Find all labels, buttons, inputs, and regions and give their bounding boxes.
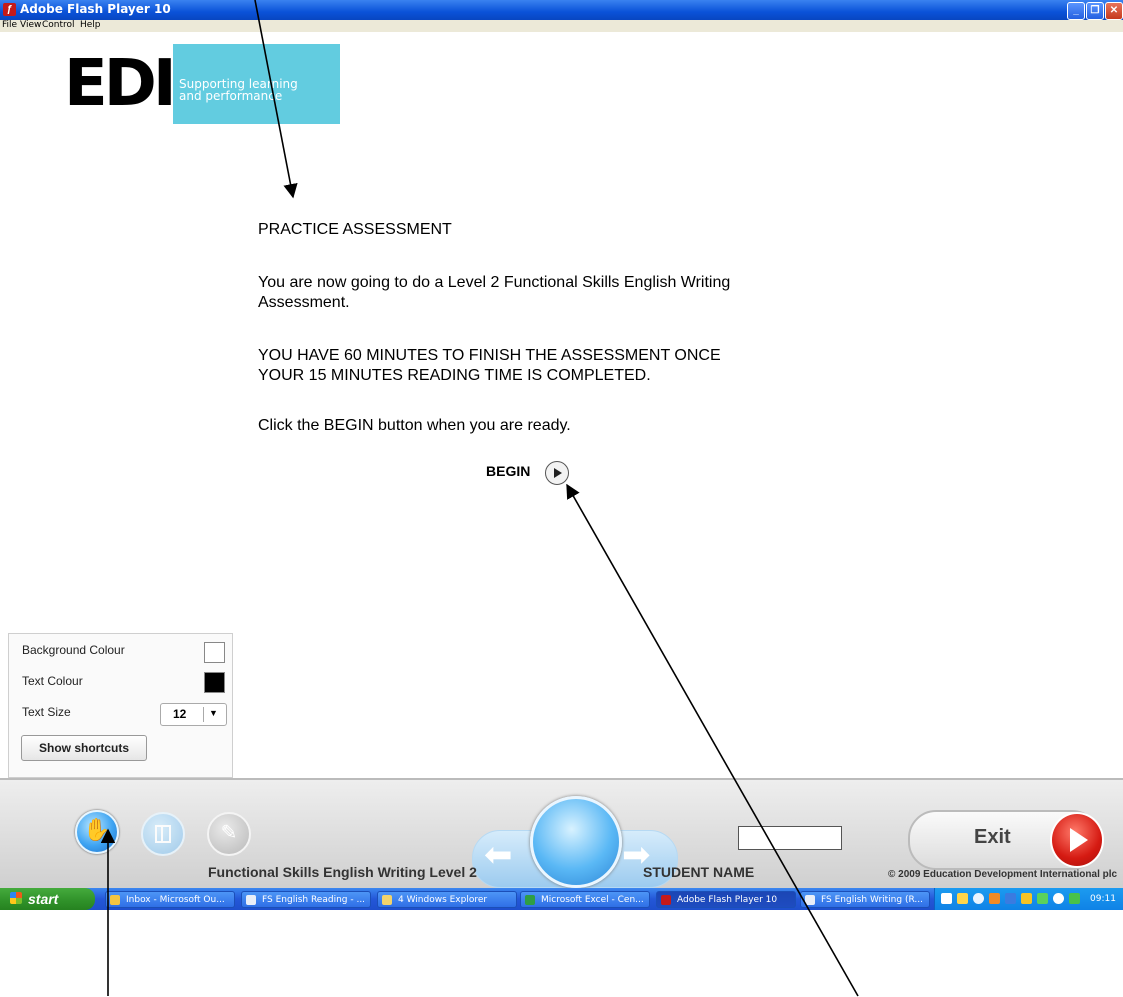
layout-icon[interactable] <box>141 812 185 856</box>
warning-text-line1: YOU HAVE 60 MINUTES TO FINISH THE ASSESS… <box>258 347 721 364</box>
background-colour-picker[interactable] <box>204 642 225 663</box>
logo-tagline-box: Supporting learning and performance <box>173 44 340 124</box>
menu-help[interactable]: Help <box>80 20 101 30</box>
student-name-label: STUDENT NAME <box>643 864 755 880</box>
course-title: Functional Skills English Writing Level … <box>208 864 477 880</box>
text-colour-label: Text Colour <box>22 674 83 688</box>
close-button[interactable]: ✕ <box>1105 2 1123 20</box>
window-title-bar[interactable]: ƒ Adobe Flash Player 10 _ ❐ ✕ <box>0 0 1123 20</box>
chevron-left-icon[interactable] <box>973 893 984 904</box>
taskbar-item-excel[interactable]: Microsoft Excel - Cen... <box>520 891 650 908</box>
window-title: Adobe Flash Player 10 <box>20 2 171 16</box>
windows-logo-icon <box>10 892 22 904</box>
play-icon[interactable] <box>545 461 569 485</box>
system-tray: 09:11 <box>934 888 1123 910</box>
instruction-text: Click the BEGIN button when you are read… <box>258 417 571 434</box>
pencil-icon[interactable]: ✎ <box>207 812 251 856</box>
outlook-icon <box>110 895 120 905</box>
text-size-value: 12 <box>173 707 187 721</box>
volume-icon[interactable] <box>1005 893 1016 904</box>
exit-button[interactable]: Exit <box>908 810 1104 870</box>
network-icon[interactable] <box>957 893 968 904</box>
taskbar-item-word-reading[interactable]: FS English Reading - ... <box>241 891 371 908</box>
update-icon[interactable] <box>1037 893 1048 904</box>
accessibility-settings-panel: Background Colour Text Colour Text Size … <box>8 633 233 778</box>
taskbar-item-flash-player[interactable]: Adobe Flash Player 10 <box>656 891 796 908</box>
shield-icon[interactable] <box>1021 893 1032 904</box>
background-colour-label: Background Colour <box>22 643 125 657</box>
messenger-icon[interactable] <box>1053 893 1064 904</box>
hand-icon[interactable]: ✋ <box>75 810 119 854</box>
help-icon[interactable] <box>941 893 952 904</box>
intro-text-line1: You are now going to do a Level 2 Functi… <box>258 274 731 291</box>
text-size-label: Text Size <box>22 705 71 719</box>
assessment-toolbar: ✋ ✎ ⬅ ➡ Functional Skills English Writin… <box>0 778 1123 890</box>
security-icon[interactable] <box>989 893 1000 904</box>
taskbar-item-outlook[interactable]: Inbox - Microsoft Ou... <box>105 891 235 908</box>
edi-logo: EDI Supporting learning and performance <box>64 44 340 124</box>
exit-label: Exit <box>974 826 1011 848</box>
begin-label[interactable]: BEGIN <box>486 463 530 479</box>
word-document-icon <box>805 895 815 905</box>
text-size-select[interactable]: 12 ▼ <box>160 703 227 726</box>
select-divider <box>203 707 204 722</box>
arrow-to-begin <box>566 483 859 997</box>
intro-text-line2: Assessment. <box>258 294 350 311</box>
exit-arrow-icon <box>1050 812 1104 868</box>
word-document-icon <box>246 895 256 905</box>
taskbar-item-explorer[interactable]: 4 Windows Explorer <box>377 891 517 908</box>
folder-icon <box>382 895 392 905</box>
flash-player-icon: ƒ <box>3 3 16 16</box>
text-colour-picker[interactable] <box>204 672 225 693</box>
back-arrow-icon[interactable]: ⬅ <box>484 838 513 872</box>
copyright-text: © 2009 Education Development Internation… <box>888 869 1118 880</box>
taskbar-item-word-writing[interactable]: FS English Writing (R... <box>800 891 930 908</box>
menu-bar: File View Control Help <box>0 20 1123 32</box>
menu-view[interactable]: View <box>20 20 41 30</box>
student-name-input[interactable] <box>738 826 842 850</box>
flash-player-icon <box>661 895 671 905</box>
logo-tagline: Supporting learning and performance <box>179 77 298 103</box>
start-label: start <box>28 891 59 907</box>
show-shortcuts-button[interactable]: Show shortcuts <box>21 735 147 761</box>
windows-taskbar: start Inbox - Microsoft Ou... FS English… <box>0 888 1123 910</box>
restore-button[interactable]: ❐ <box>1086 2 1104 20</box>
excel-icon <box>525 895 535 905</box>
menu-control[interactable]: Control <box>42 20 75 30</box>
display-icon[interactable] <box>1069 893 1080 904</box>
page-heading: PRACTICE ASSESSMENT <box>258 221 452 238</box>
clock: 09:11 <box>1090 894 1116 904</box>
start-button[interactable]: start <box>0 888 95 910</box>
chevron-down-icon: ▼ <box>209 708 218 718</box>
warning-text-line2: YOUR 15 MINUTES READING TIME IS COMPLETE… <box>258 367 651 384</box>
minimize-button[interactable]: _ <box>1067 2 1085 20</box>
center-navigation-button[interactable] <box>530 796 622 888</box>
logo-brand: EDI <box>64 47 177 121</box>
menu-file[interactable]: File <box>2 20 17 30</box>
